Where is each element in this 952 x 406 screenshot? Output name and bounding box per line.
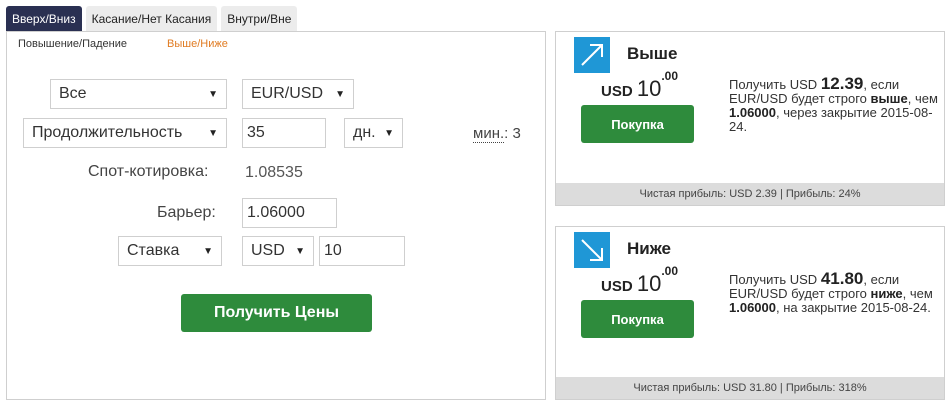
arrow-up-right-icon (574, 37, 610, 73)
chevron-down-icon: ▼ (203, 245, 213, 257)
higher-desc-prefix: Получить USD (729, 77, 818, 92)
chevron-down-icon: ▼ (384, 127, 394, 139)
higher-stake-currency: USD (601, 83, 633, 100)
amount-input[interactable]: 10 (319, 236, 405, 266)
lower-contract-card: Ниже USD 10.00 Покупка Получить USD 41.8… (555, 226, 945, 400)
tab-in-out[interactable]: Внутри/Вне (221, 6, 298, 32)
lower-description: Получить USD 41.80, если EUR/USD будет с… (729, 270, 941, 315)
higher-description: Получить USD 12.39, если EUR/USD будет с… (729, 75, 941, 134)
chevron-down-icon: ▼ (295, 245, 305, 257)
higher-stake-int: 10 (636, 76, 662, 101)
market-select-value: Все (59, 85, 87, 102)
barrier-input[interactable]: 1.06000 (242, 198, 337, 228)
higher-stake: USD 10.00 (601, 69, 678, 102)
chevron-down-icon: ▼ (208, 127, 218, 139)
subtab-higher-lower[interactable]: Выше/Ниже (167, 38, 228, 50)
tab-rise-fall[interactable]: Вверх/Вниз (6, 6, 82, 32)
higher-profit-bar: Чистая прибыль: USD 2.39 | Прибыль: 24% (556, 183, 944, 205)
lower-desc-than: чем (909, 286, 933, 301)
subtab-rise-fall[interactable]: Повышение/Падение (18, 38, 127, 50)
amount-type-select[interactable]: Ставка ▼ (118, 236, 222, 266)
min-duration-label: мин. (473, 125, 505, 143)
lower-buy-button[interactable]: Покупка (581, 300, 694, 338)
higher-direction: выше (870, 91, 908, 106)
lower-stake: USD 10.00 (601, 264, 678, 297)
lower-profit-bar: Чистая прибыль: USD 31.80 | Прибыль: 318… (556, 377, 944, 399)
lower-stake-int: 10 (636, 271, 662, 296)
lower-stake-dec: .00 (661, 264, 679, 278)
higher-barrier: 1.06000 (729, 105, 776, 120)
chevron-down-icon: ▼ (335, 88, 345, 100)
higher-desc-than: чем (914, 91, 938, 106)
lower-direction: ниже (870, 286, 903, 301)
lower-barrier: 1.06000 (729, 300, 776, 315)
asset-select-value: EUR/USD (251, 85, 324, 102)
lower-title: Ниже (627, 239, 672, 258)
barrier-label: Барьер: (157, 204, 216, 221)
arrow-down-right-icon (574, 232, 610, 268)
higher-desc-comma: , (907, 91, 912, 106)
spot-label: Спот-котировка: (88, 163, 209, 180)
tab-touch-no-touch[interactable]: Касание/Нет Касания (85, 6, 218, 32)
subtabs: Повышение/Падение Выше/Ниже (18, 38, 228, 50)
trade-form-panel: Повышение/Падение Выше/Ниже Все ▼ EUR/US… (6, 31, 546, 400)
duration-input[interactable]: 35 (242, 118, 326, 148)
get-prices-button[interactable]: Получить Цены (181, 294, 372, 332)
duration-type-value: Продолжительность (32, 124, 183, 141)
asset-select[interactable]: EUR/USD ▼ (242, 79, 354, 109)
duration-unit-value: дн. (353, 124, 376, 141)
lower-stake-currency: USD (601, 278, 633, 295)
lower-desc-prefix: Получить USD (729, 272, 818, 287)
amount-type-value: Ставка (127, 242, 180, 259)
higher-buy-button[interactable]: Покупка (581, 105, 694, 143)
lower-desc-comma: , (902, 286, 907, 301)
duration-unit-select[interactable]: дн. ▼ (344, 118, 403, 148)
lower-desc-suffix: , на закрытие 2015-08-24. (776, 300, 931, 315)
higher-stake-dec: .00 (661, 69, 679, 83)
contract-type-tabs: Вверх/Вниз Касание/Нет Касания Внутри/Вн… (6, 6, 298, 32)
higher-contract-card: Выше USD 10.00 Покупка Получить USD 12.3… (555, 31, 945, 206)
spot-value: 1.08535 (245, 164, 303, 181)
market-select[interactable]: Все ▼ (50, 79, 227, 109)
min-duration-value: : 3 (504, 125, 521, 142)
duration-type-select[interactable]: Продолжительность ▼ (23, 118, 227, 148)
higher-title: Выше (627, 44, 678, 63)
chevron-down-icon: ▼ (208, 88, 218, 100)
currency-value: USD (251, 242, 285, 259)
currency-select[interactable]: USD ▼ (242, 236, 314, 266)
min-duration-hint: мин.: 3 (473, 125, 521, 143)
